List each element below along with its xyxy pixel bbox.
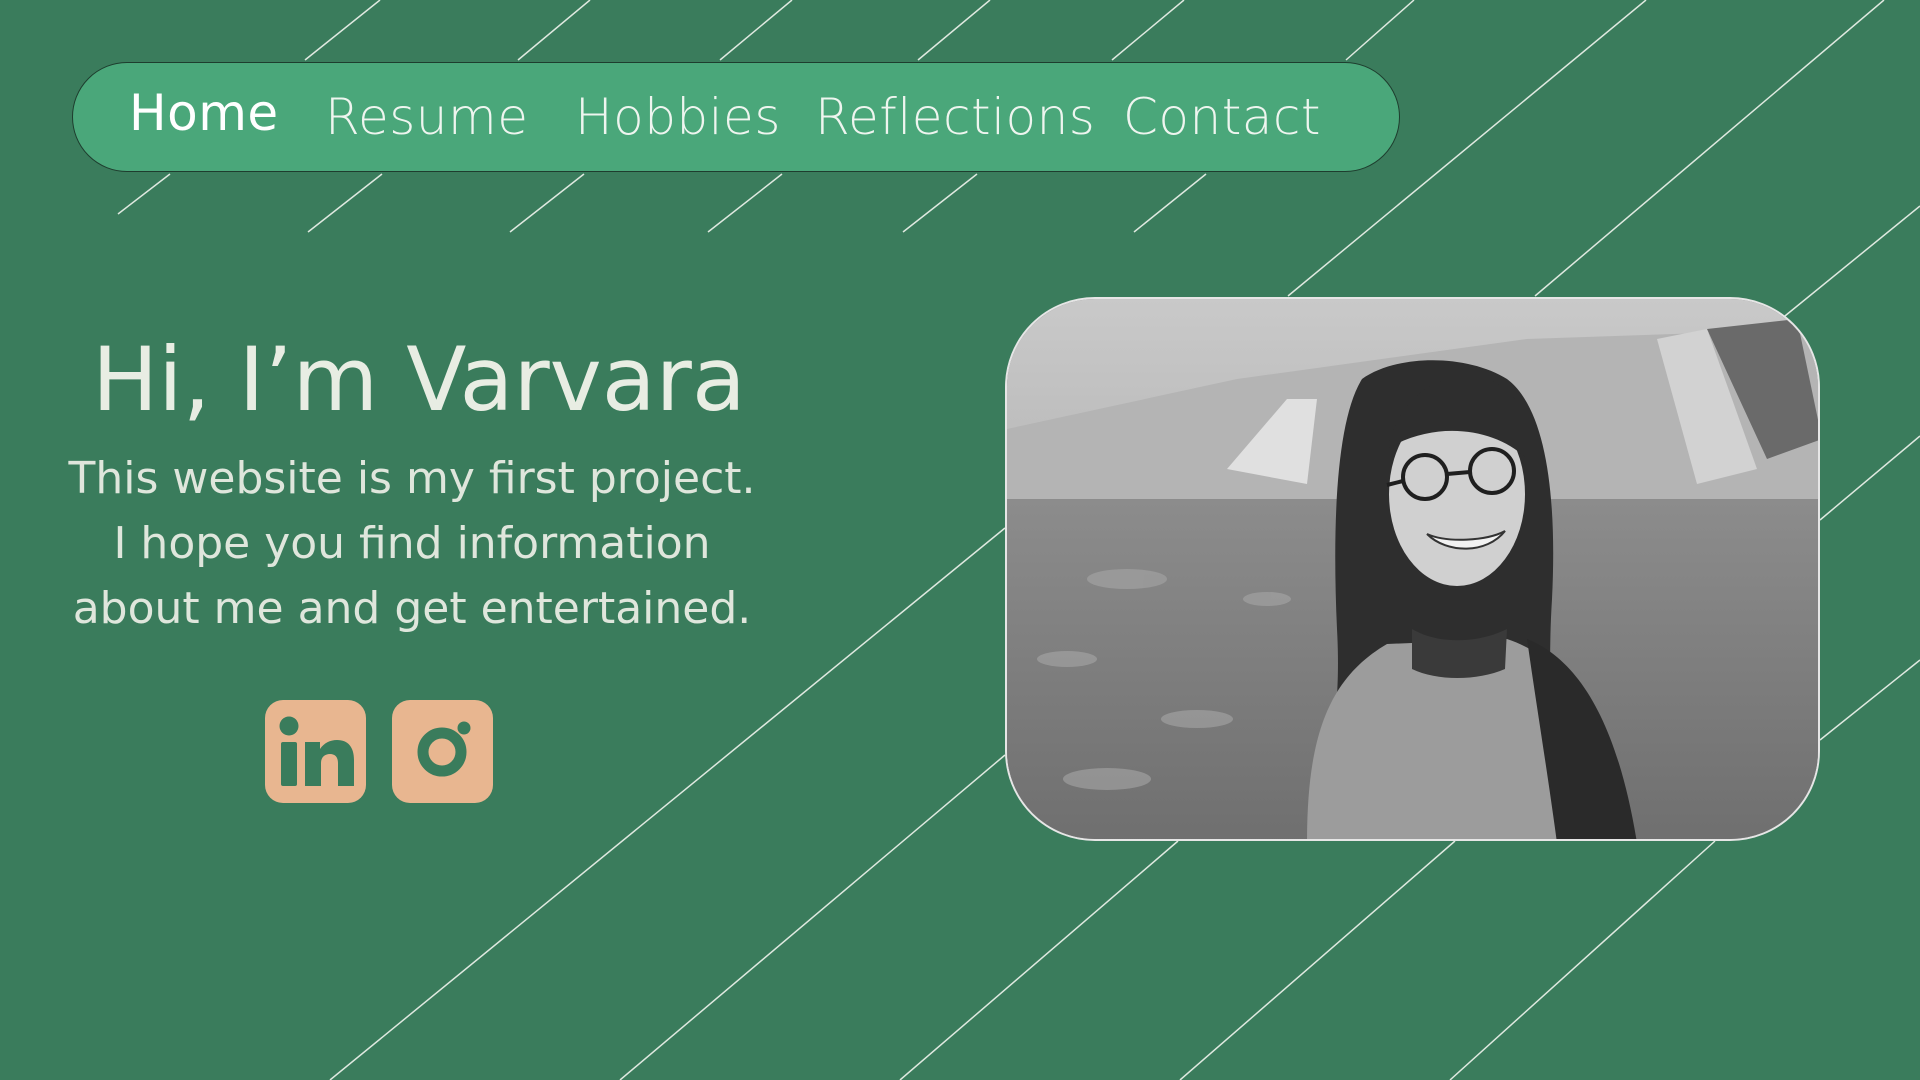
hero-intro-text: This website is my first project. I hope… [52,446,772,641]
hero-intro-line-1: This website is my first project. [68,453,756,504]
nav-home-link[interactable]: Home [129,83,279,143]
nav-hobbies-link[interactable]: Hobbies [575,87,781,147]
linkedin-icon [279,716,354,786]
main-navbar: Home Resume Hobbies Reflections Contact [72,62,1400,172]
hero-title: Hi, I’m Varvara [92,328,746,431]
profile-photo-image [1007,299,1818,839]
profile-photo [1005,297,1820,841]
nav-reflections-link[interactable]: Reflections [815,87,1095,147]
linkedin-button[interactable] [265,700,366,803]
instagram-icon [417,721,471,777]
nav-resume-link[interactable]: Resume [325,87,528,147]
hero-intro-line-2: I hope you find information [113,518,711,569]
hero-intro-line-3: about me and get entertained. [72,583,752,634]
nav-contact-link[interactable]: Contact [1123,87,1321,147]
instagram-button[interactable] [392,700,493,803]
